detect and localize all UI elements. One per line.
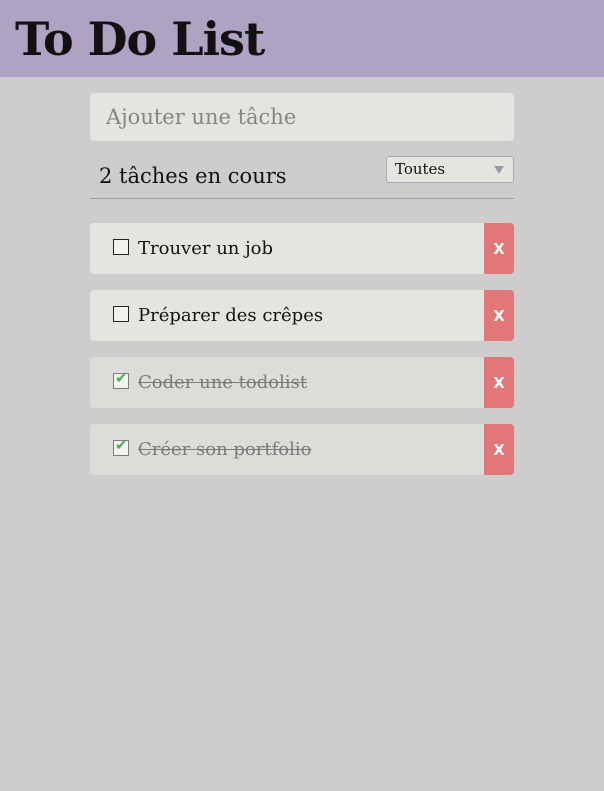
- checkmark-icon: ✔: [115, 436, 128, 454]
- task-item: Préparer des crêpes X: [90, 290, 514, 341]
- task-item: Trouver un job X: [90, 223, 514, 274]
- delete-task-button[interactable]: X: [484, 290, 514, 341]
- checkmark-icon: ✔: [115, 369, 128, 387]
- task-item-completed: ✔ Coder une todolist X: [90, 357, 514, 408]
- task-label: Trouver un job: [138, 238, 274, 259]
- filter-select[interactable]: Toutes: [386, 156, 514, 183]
- app-title: To Do List: [15, 11, 265, 66]
- delete-task-button[interactable]: X: [484, 357, 514, 408]
- task-list: Trouver un job X Préparer des crêpes X ✔…: [90, 223, 514, 475]
- app-header: To Do List: [0, 0, 604, 77]
- remaining-count: 2 tâches en cours: [99, 164, 287, 188]
- task-checkbox-checked[interactable]: ✔: [113, 369, 129, 389]
- status-bar: 2 tâches en cours Toutes: [90, 156, 514, 199]
- add-task-input[interactable]: [90, 93, 514, 141]
- task-checkbox[interactable]: [113, 239, 129, 255]
- task-label: Préparer des crêpes: [138, 305, 324, 326]
- chevron-down-icon: [494, 166, 504, 174]
- filter-selected-value: Toutes: [395, 160, 446, 178]
- task-item-completed: ✔ Créer son portfolio X: [90, 424, 514, 475]
- task-checkbox-checked[interactable]: ✔: [113, 436, 129, 456]
- task-label: Créer son portfolio: [138, 439, 312, 460]
- task-label: Coder une todolist: [138, 372, 308, 393]
- task-checkbox[interactable]: [113, 306, 129, 322]
- delete-task-button[interactable]: X: [484, 424, 514, 475]
- delete-task-button[interactable]: X: [484, 223, 514, 274]
- todo-container: 2 tâches en cours Toutes Trouver un job …: [90, 93, 514, 491]
